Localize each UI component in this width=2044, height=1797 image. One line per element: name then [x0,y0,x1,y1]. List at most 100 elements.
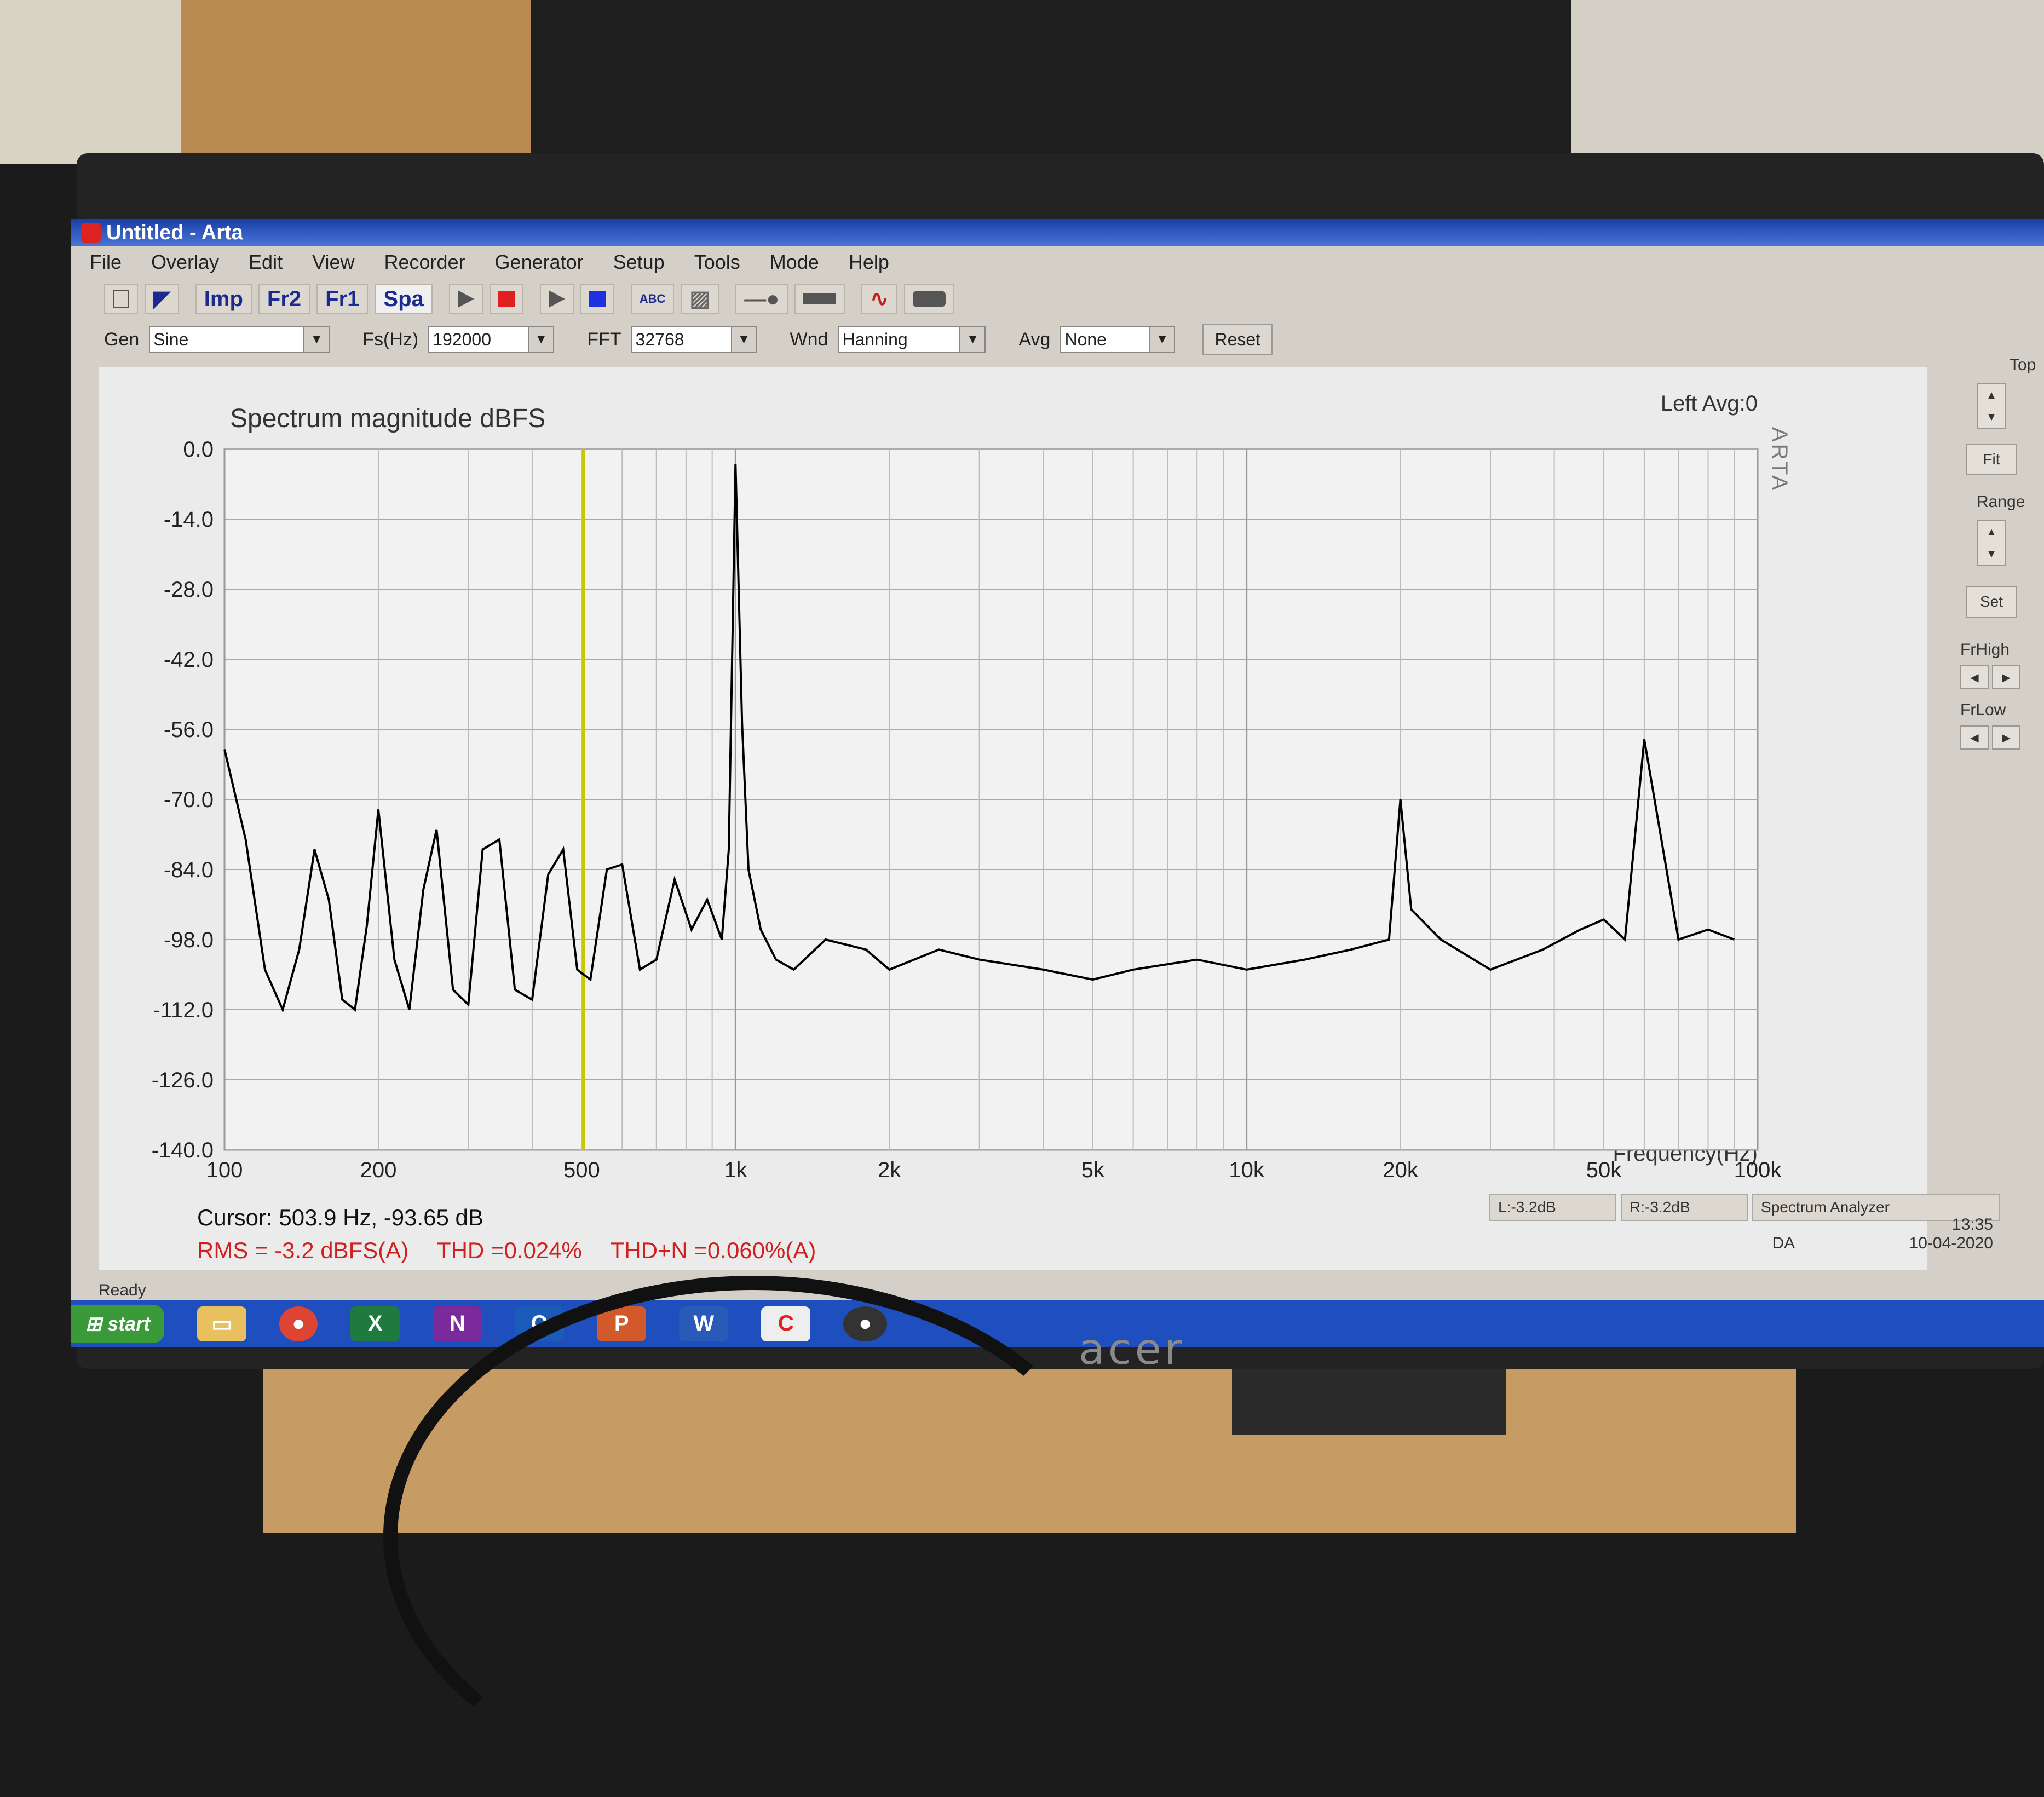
abc-button[interactable]: ABC [630,284,675,314]
fs-select[interactable]: 192000 ▼ [428,326,555,353]
control-bar: Gen Sine ▼ Fs(Hz) 192000 ▼ FFT 32768 ▼ Wnd … [71,320,2044,359]
y-tick-label: -70.0 [164,788,214,812]
y-tick-label: 0.0 [183,437,214,462]
stop-button[interactable] [489,284,523,314]
fr1-mode-button[interactable]: Fr1 [316,284,369,314]
chart-grid [223,448,1759,1151]
chrome-icon[interactable]: ● [279,1306,318,1341]
top-spinner[interactable]: ▲ ▼ [1977,383,2006,429]
menu-edit[interactable]: Edit [249,251,283,274]
right-arrow-icon[interactable]: ▶ [1992,725,2020,750]
left-level-status: L:-3.2dB [1489,1194,1616,1221]
avg-value: None [1064,329,1107,349]
play2-button[interactable] [539,284,574,314]
x-tick-label: 2k [878,1158,901,1182]
chevron-down-icon[interactable]: ▼ [730,327,756,352]
pattern-button[interactable]: ▨ [681,284,719,314]
cursor-readout: Cursor: 503.9 Hz, -93.65 dB [197,1205,483,1230]
gen-select[interactable]: Sine ▼ [149,326,330,353]
fs-label: Fs(Hz) [362,329,419,350]
spa-mode-button[interactable]: Spa [375,284,433,314]
fit-button[interactable]: Fit [1966,444,2017,475]
avg-select[interactable]: None ▼ [1060,326,1176,353]
chevron-down-icon[interactable]: ▼ [303,327,329,352]
left-arrow-icon[interactable]: ◀ [1960,665,1989,689]
menu-file[interactable]: File [90,251,122,274]
fft-select[interactable]: 32768 ▼ [631,326,757,353]
reset-button[interactable]: Reset [1202,324,1273,355]
menu-generator[interactable]: Generator [495,251,584,274]
chevron-down-icon[interactable]: ▼ [1149,327,1174,352]
set-button[interactable]: Set [1966,586,2017,618]
monitor-stand [1232,1369,1506,1435]
x-tick-label: 1k [724,1158,747,1182]
fft-value: 32768 [635,329,684,349]
y-tick-label: -42.0 [164,648,214,672]
arta-watermark: ARTA [1767,427,1792,492]
menu-overlay[interactable]: Overlay [151,251,219,274]
cable [383,1276,1124,1797]
menu-recorder[interactable]: Recorder [384,251,465,274]
generator-button[interactable]: ∿ [861,284,897,314]
new-file-button[interactable] [104,284,138,314]
window-title: Untitled - Arta [106,221,243,244]
fs-value: 192000 [433,329,492,349]
up-icon[interactable]: ▲ [1986,389,1997,402]
x-tick-label: 100k [1734,1158,1782,1182]
clock-date: 10-04-2020 [1909,1234,1993,1252]
impulse-mode-button[interactable]: Imp [195,284,252,314]
spectrum-chart[interactable]: Spectrum magnitude dBFS Left Avg:0 Frequ… [99,367,1927,1270]
onenote-icon[interactable]: N [433,1306,482,1341]
file-explorer-icon[interactable]: ▭ [197,1306,247,1341]
x-tick-label: 10k [1229,1158,1264,1182]
avg-label: Avg [1018,329,1051,350]
start-button[interactable]: ⊞ start [71,1304,165,1343]
windows-logo-icon: ⊞ [85,1312,102,1335]
up-icon[interactable]: ▲ [1986,526,1997,539]
menu-help[interactable]: Help [849,251,889,274]
thd-value: THD =0.024% [436,1237,582,1263]
menu-view[interactable]: View [312,251,354,274]
y-tick-label: -28.0 [164,578,214,602]
frhigh-label: FrHigh [1960,641,2010,659]
menu-tools[interactable]: Tools [694,251,740,274]
background-wall [0,0,181,164]
menu-setup[interactable]: Setup [613,251,665,274]
chevron-down-icon[interactable]: ▼ [528,327,554,352]
bar-icon [803,293,837,304]
down-icon[interactable]: ▼ [1986,548,1997,561]
right-arrow-icon[interactable]: ▶ [1992,665,2020,689]
play-button[interactable] [448,284,483,314]
menu-mode[interactable]: Mode [770,251,819,274]
frlow-buttons: ◀ ▶ [1960,725,2020,750]
slider-icon: —● [744,286,780,311]
excel-icon[interactable]: X [350,1306,400,1341]
y-tick-label: -140.0 [152,1138,214,1162]
taskbar: ⊞ start ▭ ● X N O P W C ● [71,1300,2044,1347]
gen-label: Gen [104,329,140,350]
slider-button[interactable]: —● [735,284,788,314]
measurement-readout: RMS = -3.2 dBFS(A) THD =0.024% THD+N =0.… [197,1237,816,1264]
open-button[interactable]: ◤ [145,284,179,314]
fr2-mode-button[interactable]: Fr2 [258,284,310,314]
left-arrow-icon[interactable]: ◀ [1960,725,1989,750]
bar-button[interactable] [794,284,845,314]
y-tick-label: -84.0 [164,858,214,882]
arta-app-icon [81,223,101,243]
stop2-button[interactable] [580,284,614,314]
range-label: Range [1977,493,2025,511]
rms-value: RMS = -3.2 dBFS(A) [197,1237,409,1263]
channel-label: Left Avg:0 [1661,391,1758,416]
x-tick-labels: 100 200 500 1k 2k 5k 10k 20k 50k 100k [206,1158,1782,1182]
chevron-down-icon[interactable]: ▼ [959,327,985,352]
down-icon[interactable]: ▼ [1986,411,1997,424]
meter-button[interactable] [903,284,954,314]
menu-bar: File Overlay Edit View Recorder Generato… [71,246,2044,278]
wnd-select[interactable]: Hanning ▼ [838,326,986,353]
range-spinner[interactable]: ▲ ▼ [1977,520,2006,566]
frhigh-buttons: ◀ ▶ [1960,665,2020,689]
side-panel: Top ▲ ▼ Fit Range ▲ ▼ Set FrHigh ◀ ▶ FrLow … [1938,345,2044,1221]
language-indicator[interactable]: DA [1772,1234,1795,1252]
stop-icon [498,291,515,307]
x-tick-label: 200 [360,1158,397,1182]
